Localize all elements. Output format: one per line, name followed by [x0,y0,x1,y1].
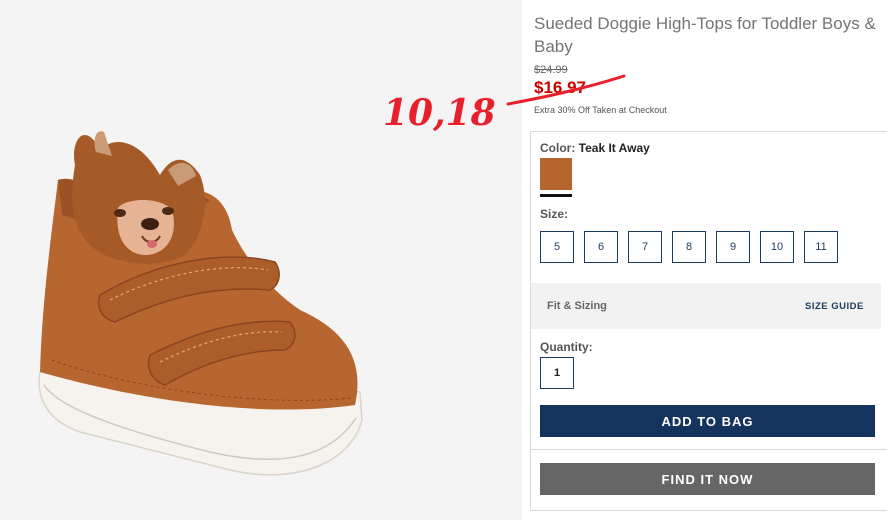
promo-text: Extra 30% Off Taken at Checkout [534,105,667,115]
product-image-panel [0,0,522,520]
size-option-7[interactable]: 7 [628,231,662,263]
size-guide-link[interactable]: SIZE GUIDE [805,301,864,312]
size-option-6[interactable]: 6 [584,231,618,263]
handwritten-strikethrough [506,74,626,106]
quantity-input[interactable] [540,357,574,389]
handwritten-price-note: 10,18 [383,92,496,134]
size-option-9[interactable]: 9 [716,231,750,263]
size-option-5[interactable]: 5 [540,231,574,263]
color-label-text: Color: [540,141,576,155]
product-title: Sueded Doggie High-Tops for Toddler Boys… [534,14,876,56]
product-image [38,131,363,476]
quantity-label: Quantity: [540,340,593,354]
fit-sizing-label: Fit & Sizing [547,300,607,312]
add-to-bag-button[interactable]: ADD TO BAG [540,405,875,437]
size-option-11[interactable]: 11 [804,231,838,263]
divider [531,449,887,450]
size-options: 5 6 7 8 9 10 11 [540,231,838,263]
color-value: Teak It Away [578,141,650,155]
size-option-10[interactable]: 10 [760,231,794,263]
swatch-selected-indicator [540,194,572,197]
find-it-now-button[interactable]: FIND IT NOW [540,463,875,495]
size-label: Size: [540,207,569,221]
color-label: Color: Teak It Away [540,141,650,155]
color-swatch[interactable] [540,158,572,190]
size-option-8[interactable]: 8 [672,231,706,263]
